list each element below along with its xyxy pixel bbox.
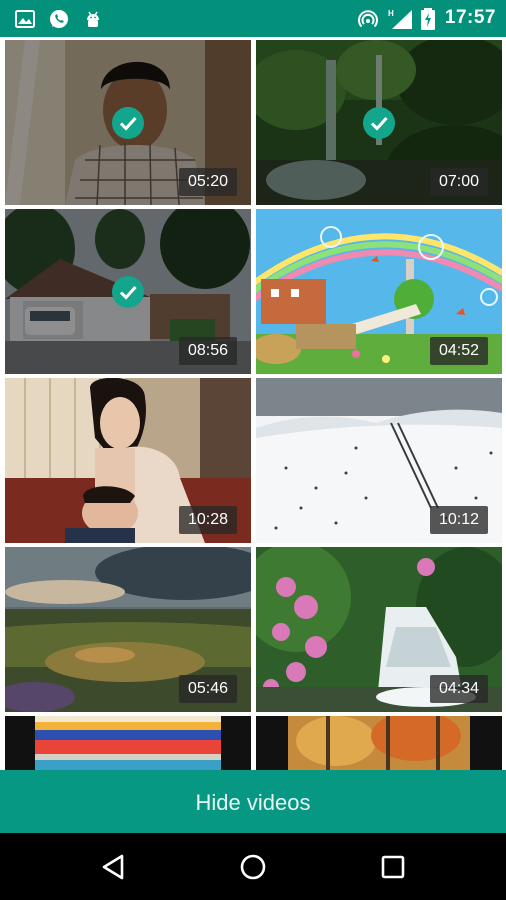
selected-check-icon[interactable] — [363, 106, 395, 139]
status-bar: H 17:57 — [0, 0, 506, 37]
battery-charging-icon — [421, 8, 435, 30]
recents-icon[interactable] — [375, 849, 411, 885]
video-tile-3[interactable]: 08:56 — [5, 209, 251, 374]
signal-icon: H — [388, 9, 412, 29]
hotspot-icon — [358, 10, 378, 28]
video-tile-10[interactable] — [256, 716, 502, 770]
video-duration: 04:52 — [429, 337, 488, 365]
home-icon[interactable] — [235, 849, 271, 885]
video-tile-4[interactable]: 04:52 — [256, 209, 502, 374]
video-duration: 04:34 — [429, 675, 488, 703]
video-duration: 07:00 — [429, 168, 488, 196]
navigation-bar — [0, 833, 506, 900]
android-debug-icon — [87, 11, 99, 27]
video-tile-5[interactable]: 10:28 — [5, 378, 251, 543]
video-tile-8[interactable]: 04:34 — [256, 547, 502, 712]
video-duration: 05:20 — [178, 168, 237, 196]
video-duration: 05:46 — [178, 675, 237, 703]
whatsapp-icon — [50, 10, 68, 28]
status-time: 17:57 — [444, 7, 496, 28]
gallery-icon — [15, 10, 35, 28]
selected-check-icon[interactable] — [112, 275, 144, 308]
video-grid[interactable]: 05:20 07:00 08:56 04:52 10:28 10:12 05:4… — [0, 37, 506, 770]
video-duration: 08:56 — [178, 337, 237, 365]
signal-type-label: H — [388, 9, 394, 18]
video-tile-6[interactable]: 10:12 — [256, 378, 502, 543]
video-thumbnail — [5, 716, 251, 770]
video-tile-1[interactable]: 05:20 — [5, 40, 251, 205]
video-tile-2[interactable]: 07:00 — [256, 40, 502, 205]
video-thumbnail — [256, 716, 502, 770]
hide-videos-button[interactable]: Hide videos — [0, 770, 506, 833]
video-duration: 10:12 — [429, 506, 488, 534]
video-tile-9[interactable] — [5, 716, 251, 770]
video-duration: 10:28 — [178, 506, 237, 534]
back-icon[interactable] — [96, 849, 132, 885]
video-tile-7[interactable]: 05:46 — [5, 547, 251, 712]
selected-check-icon[interactable] — [112, 106, 144, 139]
